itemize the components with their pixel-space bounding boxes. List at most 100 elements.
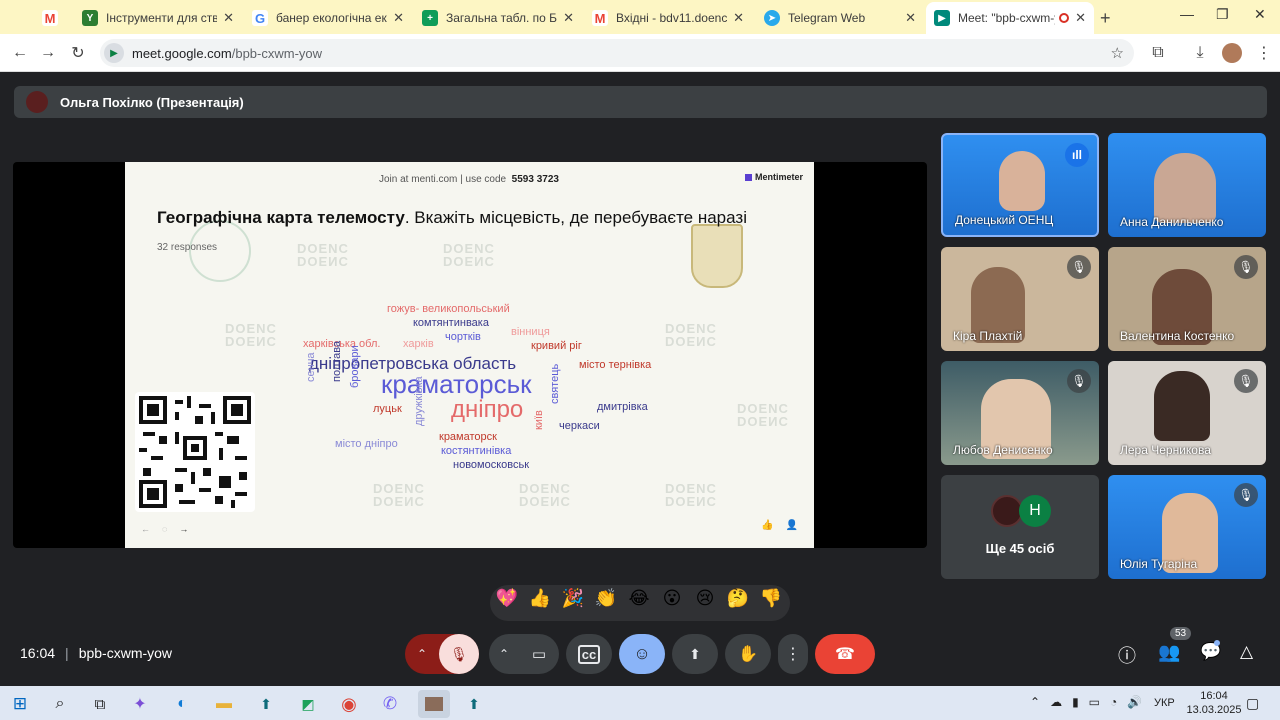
tab-3[interactable]: + Загальна табл. по БДВ - ✕ (414, 5, 582, 31)
reload-button[interactable]: ↻ (66, 41, 90, 65)
reaction-emoji[interactable]: 😢 (691, 588, 719, 609)
chevron-up-icon[interactable]: ⌃ (1030, 695, 1040, 709)
raise-hand-button[interactable]: ✋ (725, 634, 771, 674)
next-icon[interactable]: → (179, 524, 188, 534)
clock-time: 16:04 (1200, 690, 1228, 702)
hint-icon[interactable]: ◌ (162, 524, 167, 534)
participant-tile[interactable]: 🎙 Лера Черникова (1108, 361, 1266, 465)
chrome-icon[interactable]: ◉ (333, 690, 365, 718)
app-icon[interactable]: ⬆ (458, 690, 490, 718)
activities-icon[interactable]: △ (1240, 642, 1253, 662)
camera-options-chevron-icon[interactable]: ⌃ (489, 647, 519, 661)
more-participants-tile[interactable]: H Ще 45 осіб (941, 475, 1099, 579)
participant-tile[interactable]: ıll Донецький ОЕНЦ (941, 133, 1099, 237)
meeting-details-icon[interactable]: ⓘ (1118, 642, 1136, 668)
reaction-emoji[interactable]: 👏 (592, 588, 620, 609)
participant-name: Валентина Костенко (1120, 329, 1235, 343)
bookmark-star-icon[interactable]: ☆ (1111, 44, 1124, 62)
participant-tile[interactable]: 🎙 Любов Денисенко (941, 361, 1099, 465)
slide-title: Географічна карта телемосту. Вкажіть міс… (157, 208, 747, 228)
gmail-icon: M (42, 10, 58, 26)
site-info-icon[interactable]: ▶ (104, 43, 124, 63)
extensions-icon[interactable]: ⧉ (1146, 41, 1170, 65)
people-icon[interactable]: 👥 (1158, 642, 1180, 663)
download-icon[interactable]: ⤓ (1188, 41, 1212, 65)
tab-6-active[interactable]: ▶ Meet: "bpb-cxwm-yo ✕ (926, 2, 1094, 34)
language-indicator[interactable]: УКР (1154, 697, 1175, 709)
reaction-emoji[interactable]: 😮 (658, 588, 686, 609)
present-button[interactable]: ⬆ (672, 634, 718, 674)
search-icon[interactable]: ⌕ (44, 690, 76, 718)
hand-icon: ✋ (738, 646, 758, 663)
cloud-icon[interactable]: ☁ (1050, 695, 1062, 709)
copilot-icon[interactable]: ✦ (124, 690, 156, 718)
reaction-emoji[interactable]: 🎉 (559, 588, 587, 609)
close-icon[interactable]: ✕ (563, 10, 574, 26)
prev-icon[interactable]: ← (141, 524, 150, 534)
clock[interactable]: 16:04 13.03.2025 (1186, 689, 1242, 717)
chat-notification-dot (1214, 640, 1220, 646)
word-cloud-entry: кривий ріг (531, 340, 582, 352)
recording-icon (1059, 13, 1070, 23)
mic-off-button[interactable]: 🎙 (439, 634, 479, 674)
participant-tile[interactable]: 🎙 Кіра Плахтій (941, 247, 1099, 351)
more-options-button[interactable]: ⋮ (778, 634, 808, 674)
participant-tile[interactable]: Анна Данильченко (1108, 133, 1266, 237)
menu-icon[interactable]: ⋮ (1252, 41, 1276, 65)
tab-5[interactable]: ➤ Telegram Web ✕ (756, 5, 924, 31)
reaction-emoji[interactable]: 👎 (757, 588, 785, 609)
active-window-icon[interactable] (418, 690, 450, 718)
word-cloud-entry: новомосковськ (453, 459, 530, 471)
file-explorer-icon[interactable]: ▬ (208, 690, 240, 718)
participant-tile[interactable]: 🎙 Валентина Костенко (1108, 247, 1266, 351)
new-tab-button[interactable]: + (1100, 8, 1111, 29)
word-cloud-entry: дніпро (451, 396, 524, 423)
maximize-button[interactable]: ❐ (1216, 6, 1229, 23)
app-icon[interactable]: ⬆ (250, 690, 282, 718)
person-icon[interactable]: 👤 (785, 520, 797, 531)
captions-button[interactable]: cc (566, 634, 612, 674)
back-button[interactable]: ← (8, 41, 32, 65)
participant-tile[interactable]: 🎙 Юлія Тугаріна (1108, 475, 1266, 579)
present-screen-icon: ⬆ (689, 645, 701, 662)
emoji-reactions-button[interactable]: ☺ (619, 634, 665, 674)
wifi-icon[interactable]: ◔ (1110, 695, 1117, 709)
reaction-emoji[interactable]: 💖 (493, 588, 521, 609)
task-view-icon[interactable]: ⧉ (84, 690, 116, 718)
close-icon[interactable]: ✕ (393, 10, 404, 26)
close-icon[interactable]: ✕ (223, 10, 234, 26)
tab-1[interactable]: Y Інструменти для створе ✕ (74, 5, 242, 31)
close-icon[interactable]: ✕ (733, 10, 744, 26)
leave-call-button[interactable]: ☎ (815, 634, 875, 674)
viber-icon[interactable]: ✆ (374, 690, 406, 718)
mic-options-chevron-icon[interactable]: ⌃ (405, 647, 439, 661)
tab-gmail-pinned[interactable]: M (34, 5, 68, 31)
reaction-emoji[interactable]: 😂 (625, 588, 653, 609)
tab-2[interactable]: G банер екологічна експе ✕ (244, 5, 412, 31)
tab-4[interactable]: M Вхідні - bdv11.doenc@gr ✕ (584, 5, 752, 31)
tab-label: Meet: "bpb-cxwm-yo (958, 11, 1055, 25)
close-icon[interactable]: ✕ (1075, 10, 1086, 26)
close-icon[interactable]: ✕ (905, 10, 916, 26)
presenter-bar: Ольга Похілко (Презентація) (14, 86, 1267, 118)
reaction-emoji[interactable]: 👍 (526, 588, 554, 609)
reaction-emoji[interactable]: 🤔 (724, 588, 752, 609)
volume-icon[interactable]: 🔊 (1127, 695, 1142, 709)
browser-tab-bar: M Y Інструменти для створе ✕ G банер еко… (0, 0, 1280, 34)
battery-icon[interactable]: ▭ (1089, 695, 1100, 709)
profile-avatar[interactable] (1222, 43, 1242, 63)
omnibox[interactable]: ▶ meet.google.com/bpb-cxwm-yow ☆ (100, 39, 1134, 67)
forward-button[interactable]: → (36, 41, 60, 65)
camera-button[interactable]: ▭ (519, 645, 559, 663)
window-close-button[interactable]: ✕ (1254, 6, 1266, 23)
edge-icon[interactable]: ◐ (166, 690, 198, 718)
thumbs-up-icon[interactable]: 👍 (761, 520, 773, 531)
word-cloud-entry: вінниця (511, 326, 550, 338)
app-icon[interactable]: ◩ (292, 690, 324, 718)
minimize-button[interactable]: — (1180, 6, 1194, 22)
watermark-text: DOENC (665, 334, 717, 349)
usb-icon[interactable]: ▮ (1072, 695, 1079, 709)
windows-start-icon[interactable]: ⊞ (4, 690, 36, 718)
notifications-icon[interactable]: ▢ (1246, 695, 1259, 712)
more-participants-label: Ще 45 осіб (985, 541, 1055, 556)
